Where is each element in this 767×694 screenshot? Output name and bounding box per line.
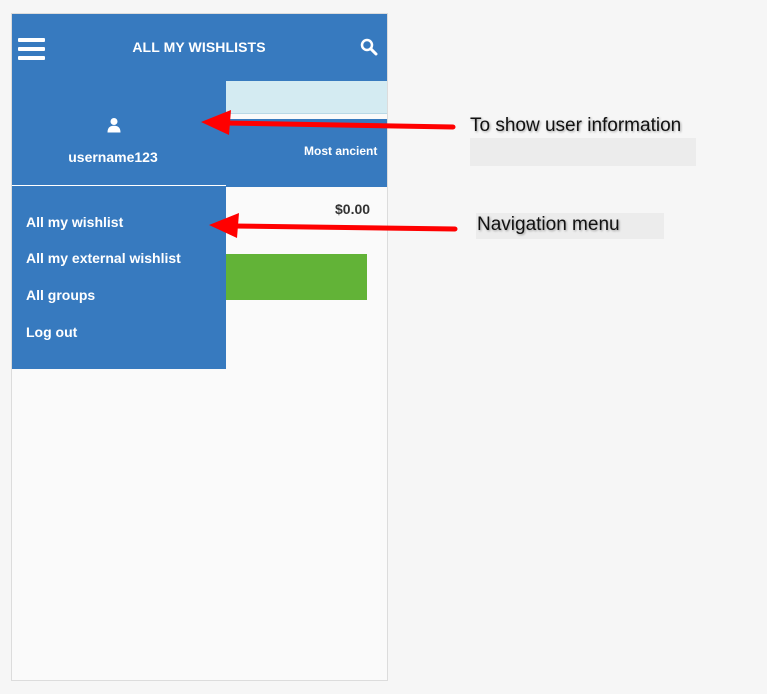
arrow-navigation	[209, 213, 458, 238]
username: username123	[68, 149, 158, 165]
action-button[interactable]	[204, 254, 367, 300]
nav-item-all-my-wishlist[interactable]: All my wishlist	[26, 214, 123, 230]
nav-item-log-out[interactable]: Log out	[26, 324, 77, 340]
annotation-user-info: To show user information	[470, 115, 682, 136]
page-title: ALL MY WISHLISTS	[132, 39, 266, 55]
annotation-navigation: Navigation menu	[477, 214, 620, 235]
arrow-user-info	[201, 110, 456, 135]
nav-item-all-groups[interactable]: All groups	[26, 287, 95, 303]
annotation-backdrop	[470, 138, 696, 166]
sort-most-ancient[interactable]: Most ancient	[304, 144, 377, 158]
user-icon	[106, 117, 122, 133]
nav-item-all-my-external-wishlist[interactable]: All my external wishlist	[26, 250, 181, 266]
drawer-divider	[12, 185, 226, 186]
hamburger-menu-icon[interactable]	[18, 36, 46, 62]
navigation-drawer: username123 All my wishlist All my exter…	[12, 81, 226, 369]
app-bar: ALL MY WISHLISTS	[12, 14, 387, 81]
search-icon[interactable]	[360, 38, 378, 56]
